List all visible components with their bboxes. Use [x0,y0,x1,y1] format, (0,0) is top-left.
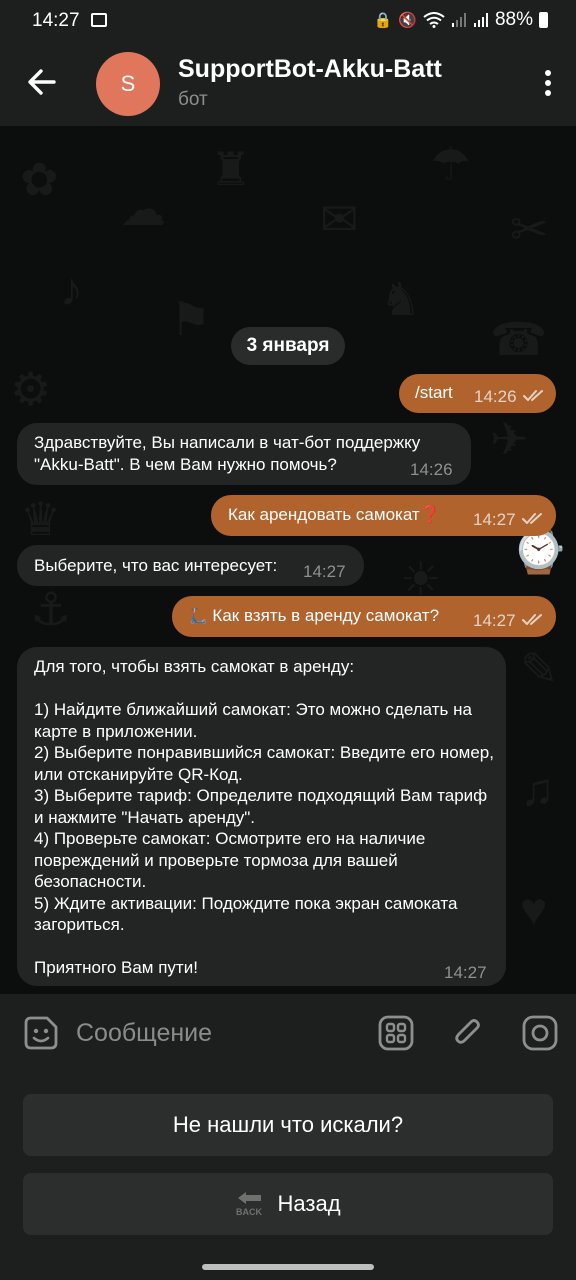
message-outgoing[interactable]: 🛴 Как взять в аренду самокат? 14:27 [172,596,556,637]
message-time: 14:27 [473,510,516,529]
chat-header: S SupportBot-Akku-Batt бот [0,42,576,126]
message-incoming[interactable]: Выберите, что вас интересует: 14:27 [17,545,364,586]
bot-avatar[interactable]: S [96,52,160,116]
chat-area[interactable]: ✿ ☁ ♜ ✉ ☂ ✂ ♪ ⚑ ♞ ☎ ⚙ ✈ ♛ ⌚ ☀ ⚓ ✎ ☘ ♫ ♥ … [0,126,576,994]
attach-icon[interactable] [450,1015,486,1051]
emoji-sticker-icon[interactable] [23,1015,59,1051]
read-double-check-icon [522,614,542,625]
lock-icon: 🔒 [373,12,393,29]
bot-reply-keyboard: Не нашли что искали? BACK Назад [0,1072,576,1280]
chat-subtitle: бот [178,89,208,110]
gallery-notification-icon [91,13,107,27]
button-label: Не нашли что искали? [172,1112,404,1137]
back-emoji-text: BACK [236,1207,262,1217]
question-emoji: ❓ [419,505,441,524]
message-time: 14:26 [410,460,453,479]
message-text: Здравствуйте, Вы написали в чат-бот подд… [34,433,421,474]
scooter-emoji: 🛴 [189,608,208,625]
battery-icon [539,12,548,28]
message-outgoing[interactable]: Как арендовать самокат❓ 14:27 [211,495,556,536]
message-text: Как взять в аренду самокат? [212,606,440,625]
message-text-wrap: Как арендовать самокат❓ [228,504,441,526]
signal-icon-2 [473,13,488,27]
message-time: 14:27 [444,963,487,982]
message-time: 14:27 [473,611,516,630]
message-input[interactable] [76,1014,336,1052]
status-time: 14:27 [32,10,80,31]
not-found-button[interactable]: Не нашли что искали? [23,1094,553,1156]
read-double-check-icon [523,390,543,401]
battery-percent: 88% [494,9,533,30]
message-text: Выберите, что вас интересует: [34,556,278,575]
message-text-wrap: 🛴 Как взять в аренду самокат? [189,605,439,628]
more-options-icon[interactable] [544,70,552,98]
status-icons: 🔒 🔇 88% [374,9,548,31]
camera-icon[interactable] [522,1015,558,1051]
back-arrow-emoji-icon: BACK [236,1192,263,1217]
button-label: Назад [277,1191,341,1216]
signal-icon-1 [451,13,466,27]
message-outgoing[interactable]: /start 14:26 [399,374,556,413]
status-bar: 14:27 🔒 🔇 88% [0,0,576,42]
date-separator: 3 января [231,327,345,365]
back-arrow-icon[interactable] [26,64,58,100]
chat-title[interactable]: SupportBot-Akku-Batt [178,55,442,84]
message-time: 14:26 [474,387,517,406]
mute-icon: 🔇 [398,12,417,29]
message-incoming[interactable]: Для того, чтобы взять самокат в аренду: … [17,647,506,986]
message-text: /start [415,383,453,402]
message-time: 14:27 [303,562,346,581]
bot-keyboard-icon[interactable] [378,1015,414,1051]
read-double-check-icon [522,513,542,524]
wifi-icon [423,12,445,28]
message-text: Как арендовать самокат [228,505,420,524]
message-incoming[interactable]: Здравствуйте, Вы написали в чат-бот подд… [17,423,471,485]
back-button[interactable]: BACK Назад [23,1173,553,1235]
system-navigation-handle[interactable] [202,1264,374,1270]
message-text: Для того, чтобы взять самокат в аренду: … [34,657,494,977]
message-input-bar [0,994,576,1072]
